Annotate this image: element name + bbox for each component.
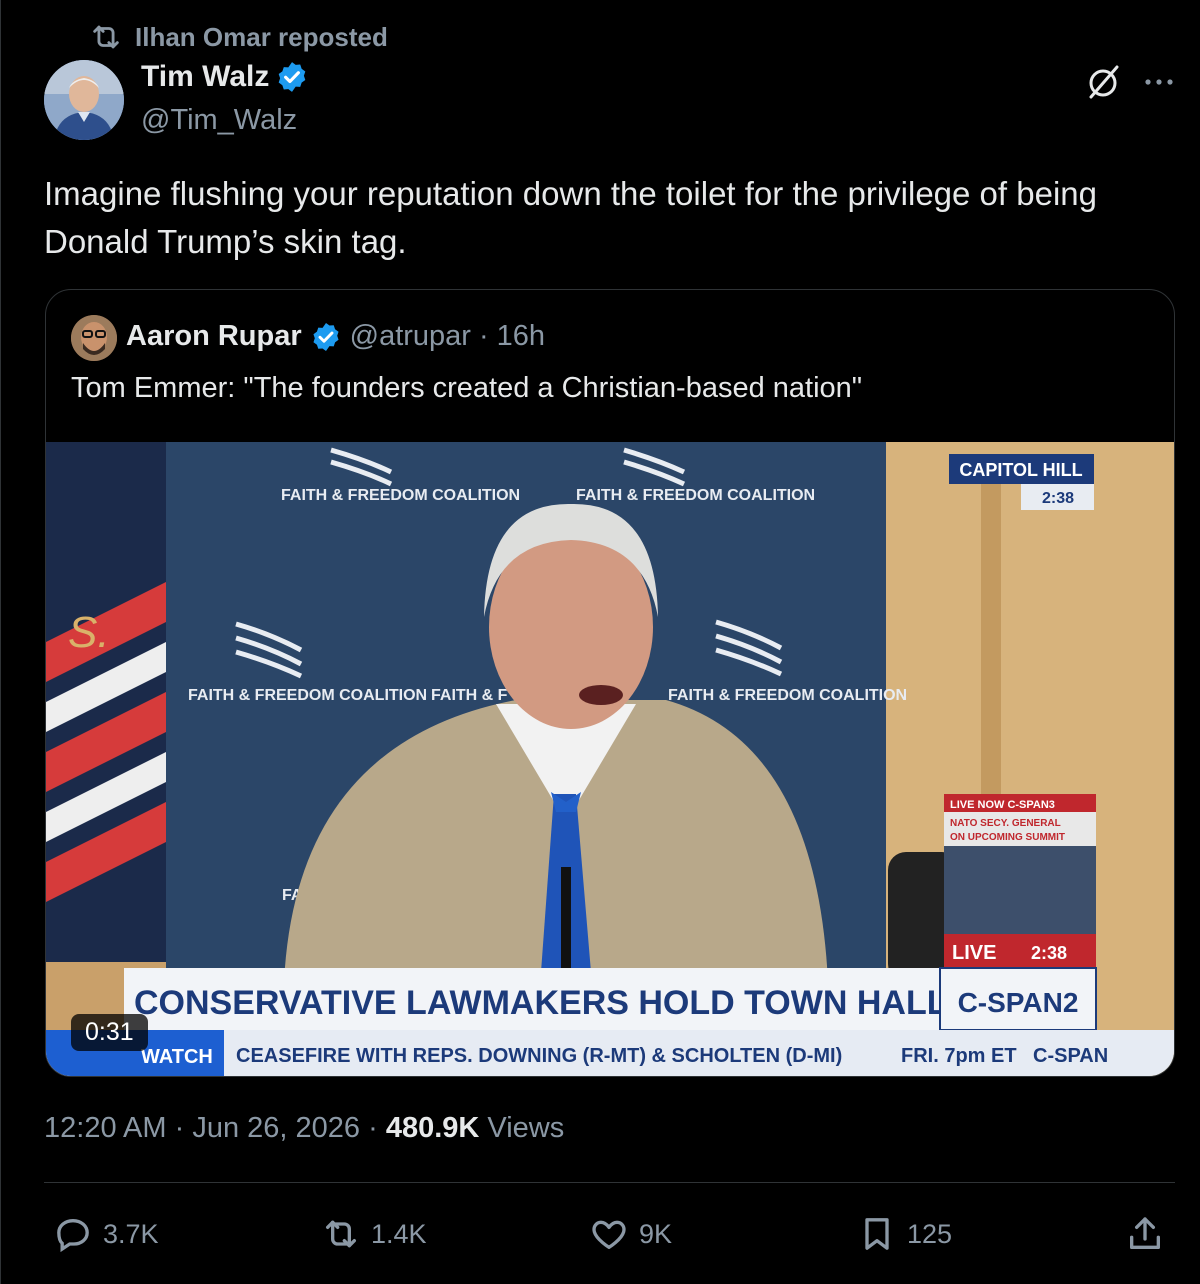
- quote-avatar[interactable]: [71, 315, 117, 361]
- backdrop-text-1: FAITH & FREEDOM COALITION: [281, 487, 520, 504]
- backdrop-text-5: FAITH & FREEDOM COALITION: [668, 687, 907, 704]
- video-duration: 0:31: [71, 1014, 148, 1051]
- tweet-text: Imagine flushing your reputation down th…: [44, 175, 1097, 260]
- video-frame: S. FAITH & FREEDOM COALITION FAITH & FRE…: [46, 442, 1174, 1076]
- like-button[interactable]: 9K: [589, 1204, 672, 1264]
- quote-separator: ·: [478, 320, 489, 352]
- more-options-button[interactable]: [1139, 62, 1179, 102]
- flag-letters: S.: [68, 608, 110, 657]
- live-label: LIVE: [952, 942, 996, 964]
- backdrop-text-3: FAITH & FREEDOM COALITION: [188, 687, 427, 704]
- author-avatar[interactable]: [44, 60, 124, 140]
- meta-separator: ·: [174, 1112, 185, 1144]
- clock-label: 2:38: [1042, 490, 1074, 507]
- repost-button[interactable]: 1.4K: [321, 1204, 427, 1264]
- repost-indicator[interactable]: Ilhan Omar reposted: [89, 20, 388, 54]
- video-player[interactable]: S. FAITH & FREEDOM COALITION FAITH & FRE…: [46, 442, 1174, 1076]
- meta-separator: ·: [368, 1112, 378, 1144]
- network-label: C-SPAN2: [958, 987, 1079, 1018]
- quote-avatar-image: [71, 315, 117, 361]
- views-label: Views: [487, 1112, 565, 1144]
- bookmark-count: 125: [907, 1218, 953, 1249]
- action-bar: 3.7K 1.4K 9K 125: [1, 1204, 1200, 1264]
- reply-icon: [57, 1218, 89, 1253]
- location-label: CAPITOL HILL: [959, 460, 1082, 480]
- quote-author-name[interactable]: Aaron Rupar: [126, 320, 302, 353]
- author-name-row[interactable]: Tim Walz: [141, 60, 309, 94]
- backdrop-text-2: FAITH & FREEDOM COALITION: [576, 487, 815, 504]
- backdrop-text-4: FAITH & F: [431, 687, 508, 704]
- share-button[interactable]: [1125, 1204, 1165, 1264]
- grok-button[interactable]: [1083, 62, 1123, 102]
- inset-title: LIVE NOW C-SPAN3: [950, 799, 1055, 811]
- author-handle[interactable]: @Tim_Walz: [141, 104, 297, 137]
- ticker-text: CEASEFIRE WITH REPS. DOWNING (R-MT) & SC…: [236, 1045, 842, 1067]
- inset-line-2: ON UPCOMING SUMMIT: [950, 832, 1065, 843]
- quote-text: Tom Emmer: "The founders created a Chris…: [71, 372, 863, 404]
- tweet[interactable]: Ilhan Omar reposted Tim Walz @Tim_Walz I…: [0, 0, 1200, 1284]
- reply-count: 3.7K: [103, 1218, 159, 1249]
- ticker-label: WATCH: [141, 1046, 213, 1068]
- quoted-tweet[interactable]: Aaron Rupar @atrupar · 16h Tom Emmer: "T…: [45, 289, 1175, 1077]
- repost-text: Ilhan Omar reposted: [135, 21, 388, 52]
- view-count: 480.9K: [385, 1112, 480, 1144]
- ticker-time: FRI. 7pm ET: [901, 1045, 1017, 1067]
- divider: [44, 1182, 1175, 1183]
- repost-icon: [93, 25, 119, 49]
- author-name[interactable]: Tim Walz: [141, 60, 269, 94]
- bookmark-icon: [865, 1218, 889, 1250]
- tweet-time[interactable]: 12:20 AM: [44, 1112, 167, 1144]
- more-icon: [1145, 79, 1173, 85]
- bookmark-button[interactable]: 125: [857, 1204, 952, 1264]
- tweet-meta: 12:20 AM · Jun 26, 2026 · 480.9K Views: [44, 1112, 564, 1145]
- grok-icon: [1089, 65, 1119, 99]
- quote-author-handle[interactable]: @atrupar: [350, 320, 471, 353]
- heart-icon: [592, 1220, 626, 1249]
- ticker-network: C-SPAN: [1033, 1045, 1108, 1067]
- reply-button[interactable]: 3.7K: [53, 1204, 159, 1264]
- headline: CONSERVATIVE LAWMAKERS HOLD TOWN HALL: [134, 984, 947, 1022]
- live-time: 2:38: [1031, 943, 1067, 963]
- repost-count: 1.4K: [371, 1218, 427, 1249]
- share-icon: [1130, 1217, 1160, 1249]
- repost-icon: [326, 1220, 356, 1248]
- verified-badge-icon: [313, 322, 339, 351]
- inset-line-1: NATO SECY. GENERAL: [950, 818, 1061, 829]
- quote-header: Aaron Rupar @atrupar · 16h: [126, 320, 545, 353]
- tweet-date[interactable]: Jun 26, 2026: [192, 1112, 360, 1144]
- like-count: 9K: [639, 1218, 673, 1249]
- avatar-image: [44, 60, 124, 140]
- quote-time[interactable]: 16h: [497, 320, 545, 353]
- verified-badge-icon: [279, 62, 306, 92]
